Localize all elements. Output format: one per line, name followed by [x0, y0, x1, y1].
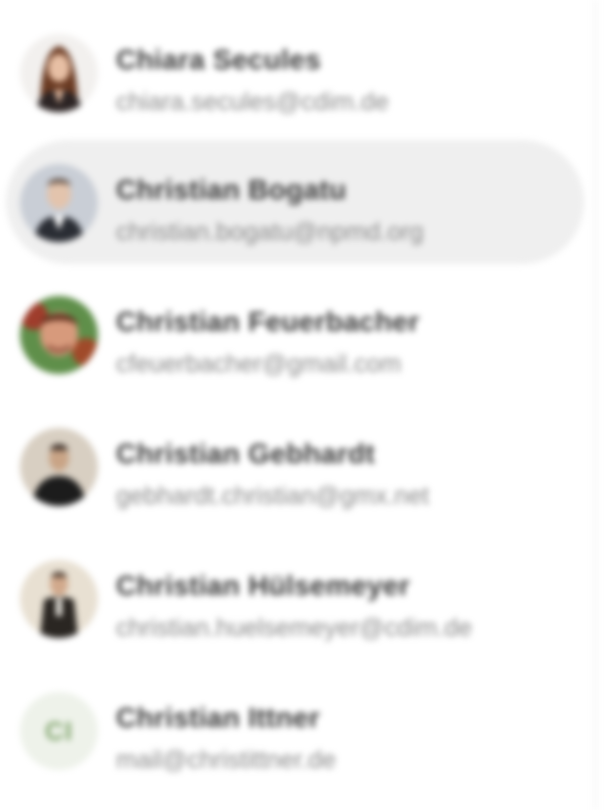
contact-name: Chiara Secules	[116, 44, 321, 75]
contact-list-view: Chiara Secules chiara.secules@cdim.de Ch…	[0, 0, 604, 810]
contact-email: christian.bogatu@npmd.org	[116, 218, 424, 246]
contact-item-christian-ittner[interactable]: CI Christian Ittner mail@christittner.de	[6, 668, 584, 792]
avatar	[20, 164, 98, 242]
avatar	[20, 428, 98, 506]
avatar	[20, 34, 98, 112]
contact-item-christian-huelsemeyer[interactable]: Christian Hülsemeyer christian.huelsemey…	[6, 536, 584, 660]
contact-name: Christian Bogatu	[116, 174, 347, 205]
person-photo-icon	[20, 34, 98, 112]
contact-email: chiara.secules@cdim.de	[116, 88, 389, 116]
contact-name: Christian Feuerbacher	[116, 306, 420, 337]
contact-item-chiara-secules[interactable]: Chiara Secules chiara.secules@cdim.de	[6, 10, 584, 134]
person-photo-icon	[20, 164, 98, 242]
contact-email: gebhardt.christian@gmx.net	[116, 482, 430, 510]
contact-name: Christian Ittner	[116, 702, 320, 733]
person-photo-icon	[20, 296, 98, 374]
person-photo-icon	[20, 428, 98, 506]
avatar	[20, 560, 98, 638]
contact-item-christian-gebhardt[interactable]: Christian Gebhardt gebhardt.christian@gm…	[6, 404, 584, 528]
contact-name: Christian Gebhardt	[116, 438, 375, 469]
contact-email: mail@christittner.de	[116, 746, 336, 774]
initials-avatar: CI	[20, 692, 98, 770]
contact-email: christian.huelsemeyer@cdim.de	[116, 614, 473, 642]
contact-item-christian-feuerbacher[interactable]: Christian Feuerbacher cfeuerbacher@gmail…	[6, 272, 584, 396]
person-photo-icon	[20, 560, 98, 638]
contact-email: cfeuerbacher@gmail.com	[116, 350, 402, 378]
contact-name: Christian Hülsemeyer	[116, 570, 410, 601]
contact-item-christian-bogatu[interactable]: Christian Bogatu christian.bogatu@npmd.o…	[6, 140, 584, 264]
avatar	[20, 296, 98, 374]
scroll-divider	[595, 0, 596, 810]
